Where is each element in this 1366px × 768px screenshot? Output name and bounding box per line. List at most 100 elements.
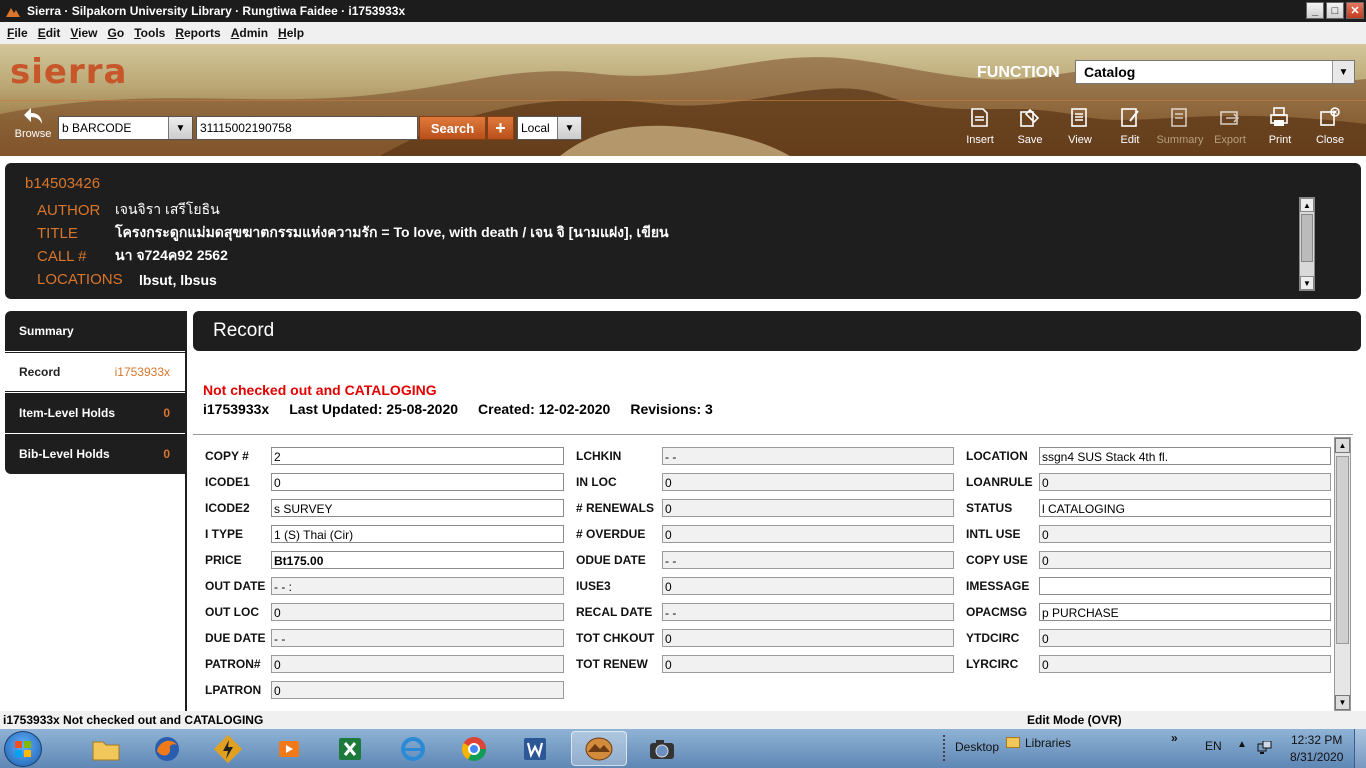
field-due-date[interactable]: - -: [271, 629, 564, 647]
menu-label-rest: iew: [78, 26, 98, 40]
field-status[interactable]: l CATALOGING: [1039, 499, 1331, 517]
field-lpatron[interactable]: 0: [271, 681, 564, 699]
media-taskbar-button[interactable]: [261, 731, 317, 766]
nav-bib-level-holds[interactable]: Bib-Level Holds 0: [5, 434, 186, 474]
search-button[interactable]: Search: [419, 116, 486, 140]
menu-admin[interactable]: Admin: [226, 26, 273, 40]
bib-record-number[interactable]: b14503426: [25, 175, 100, 192]
export-button[interactable]: Export: [1205, 106, 1255, 146]
scroll-down-icon[interactable]: ▼: [1300, 276, 1314, 290]
field-icode1[interactable]: 0: [271, 473, 564, 491]
tray-expand-icon[interactable]: ▲: [1237, 739, 1247, 750]
record-scrollbar[interactable]: ▲ ▼: [1334, 437, 1351, 711]
word-taskbar-button[interactable]: [507, 731, 563, 766]
excel-taskbar-button[interactable]: [322, 731, 378, 766]
field-opacmsg[interactable]: p PURCHASE: [1039, 603, 1331, 621]
field-ytdcirc[interactable]: 0: [1039, 629, 1331, 647]
clock-date[interactable]: 8/31/2020: [1290, 750, 1343, 764]
field-tot-renew[interactable]: 0: [662, 655, 954, 673]
bib-scrollbar[interactable]: ▲ ▼: [1299, 197, 1315, 291]
menu-tools[interactable]: Tools: [129, 26, 170, 40]
field-loanrule[interactable]: 0: [1039, 473, 1331, 491]
menu-file[interactable]: File: [2, 26, 33, 40]
nav-summary[interactable]: Summary: [5, 311, 186, 351]
chrome-taskbar-button[interactable]: [446, 731, 502, 766]
field-label-icode1: ICODE1: [205, 475, 250, 489]
scroll-down-icon[interactable]: ▼: [1335, 695, 1350, 710]
field-intl-use[interactable]: 0: [1039, 525, 1331, 543]
chevron-icon[interactable]: »: [1171, 731, 1178, 745]
minimize-button[interactable]: _: [1306, 2, 1324, 19]
nav-record[interactable]: Record i1753933x: [5, 352, 186, 392]
field-out-loc[interactable]: 0: [271, 603, 564, 621]
field-in-loc[interactable]: 0: [662, 473, 954, 491]
chevron-down-icon[interactable]: ▼: [557, 117, 581, 139]
sierra-taskbar-button[interactable]: [571, 731, 627, 766]
field-overdue[interactable]: 0: [662, 525, 954, 543]
nav-item-level-holds[interactable]: Item-Level Holds 0: [5, 393, 186, 433]
close-button[interactable]: Close: [1305, 106, 1355, 146]
field-copy[interactable]: 2: [271, 447, 564, 465]
field-copy-use[interactable]: 0: [1039, 551, 1331, 569]
menu-view[interactable]: View: [65, 26, 102, 40]
toolbar-label: Edit: [1120, 134, 1140, 146]
summary-button[interactable]: Summary: [1155, 106, 1205, 146]
menu-go[interactable]: Go: [103, 26, 130, 40]
view-button[interactable]: View: [1055, 106, 1105, 146]
desktop-toolbar[interactable]: Desktop: [955, 740, 999, 754]
field-lchkin[interactable]: - -: [662, 447, 954, 465]
libraries-toolbar[interactable]: Libraries: [1025, 736, 1071, 750]
scroll-thumb[interactable]: [1301, 214, 1313, 262]
field-icode2[interactable]: s SURVEY: [271, 499, 564, 517]
scroll-thumb[interactable]: [1336, 456, 1349, 644]
menu-edit[interactable]: Edit: [33, 26, 66, 40]
clock-time[interactable]: 12:32 PM: [1291, 733, 1342, 747]
maximize-button[interactable]: □: [1326, 2, 1344, 19]
browse-button[interactable]: Browse: [12, 106, 54, 140]
search-scope-select[interactable]: Local ▼: [517, 116, 582, 140]
show-desktop-button[interactable]: [1354, 729, 1366, 768]
camera-taskbar-button[interactable]: [634, 731, 690, 766]
field-label-overdue: # OVERDUE: [576, 527, 646, 541]
scroll-up-icon[interactable]: ▲: [1300, 198, 1314, 212]
close-window-button[interactable]: ✕: [1346, 2, 1364, 19]
title-value: โครงกระดูกแม่มดสุขฆาตกรรมแห่งความรัก = T…: [115, 224, 669, 240]
field-i-type[interactable]: 1 (S) Thai (Cir): [271, 525, 564, 543]
header-banner: sierra FUNCTION Catalog ▼ Browse b BARCO…: [0, 44, 1366, 156]
field-price[interactable]: Bt175.00: [271, 551, 564, 569]
menu-reports[interactable]: Reports: [170, 26, 225, 40]
save-button[interactable]: Save: [1005, 106, 1055, 146]
search-index-select[interactable]: b BARCODE ▼: [58, 116, 193, 140]
scroll-up-icon[interactable]: ▲: [1335, 438, 1350, 453]
network-icon[interactable]: [1257, 741, 1273, 755]
insert-icon: [971, 108, 988, 127]
insert-button[interactable]: Insert: [955, 106, 1005, 146]
field-imessage[interactable]: [1039, 577, 1331, 595]
language-indicator[interactable]: EN: [1205, 739, 1222, 753]
ie-taskbar-button[interactable]: [385, 731, 441, 766]
field-odue-date[interactable]: - -: [662, 551, 954, 569]
start-button[interactable]: [4, 731, 42, 767]
edit-button[interactable]: Edit: [1105, 106, 1155, 146]
app-taskbar-button[interactable]: [200, 731, 256, 766]
field-renewals[interactable]: 0: [662, 499, 954, 517]
menu-help[interactable]: Help: [273, 26, 309, 40]
chevron-down-icon[interactable]: ▼: [1332, 61, 1354, 83]
field-tot-chkout[interactable]: 0: [662, 629, 954, 647]
print-button[interactable]: Print: [1255, 106, 1305, 146]
lightning-app-icon: [214, 734, 242, 763]
search-input[interactable]: 31115002190758: [196, 116, 418, 140]
field-recal-date[interactable]: - -: [662, 603, 954, 621]
field-lyrcirc[interactable]: 0: [1039, 655, 1331, 673]
field-iuse3[interactable]: 0: [662, 577, 954, 595]
bib-locations-row: LOCATIONS lbsut, lbsus: [37, 271, 217, 288]
menu-label-rest: elp: [286, 26, 305, 40]
firefox-taskbar-button[interactable]: [139, 731, 195, 766]
field-out-date[interactable]: - - :: [271, 577, 564, 595]
chevron-down-icon[interactable]: ▼: [168, 117, 192, 139]
explorer-taskbar-button[interactable]: [78, 731, 134, 766]
field-patron[interactable]: 0: [271, 655, 564, 673]
field-location[interactable]: ssgn4 SUS Stack 4th fl.: [1039, 447, 1331, 465]
function-select[interactable]: Catalog ▼: [1075, 60, 1355, 84]
add-search-button[interactable]: +: [487, 116, 514, 140]
